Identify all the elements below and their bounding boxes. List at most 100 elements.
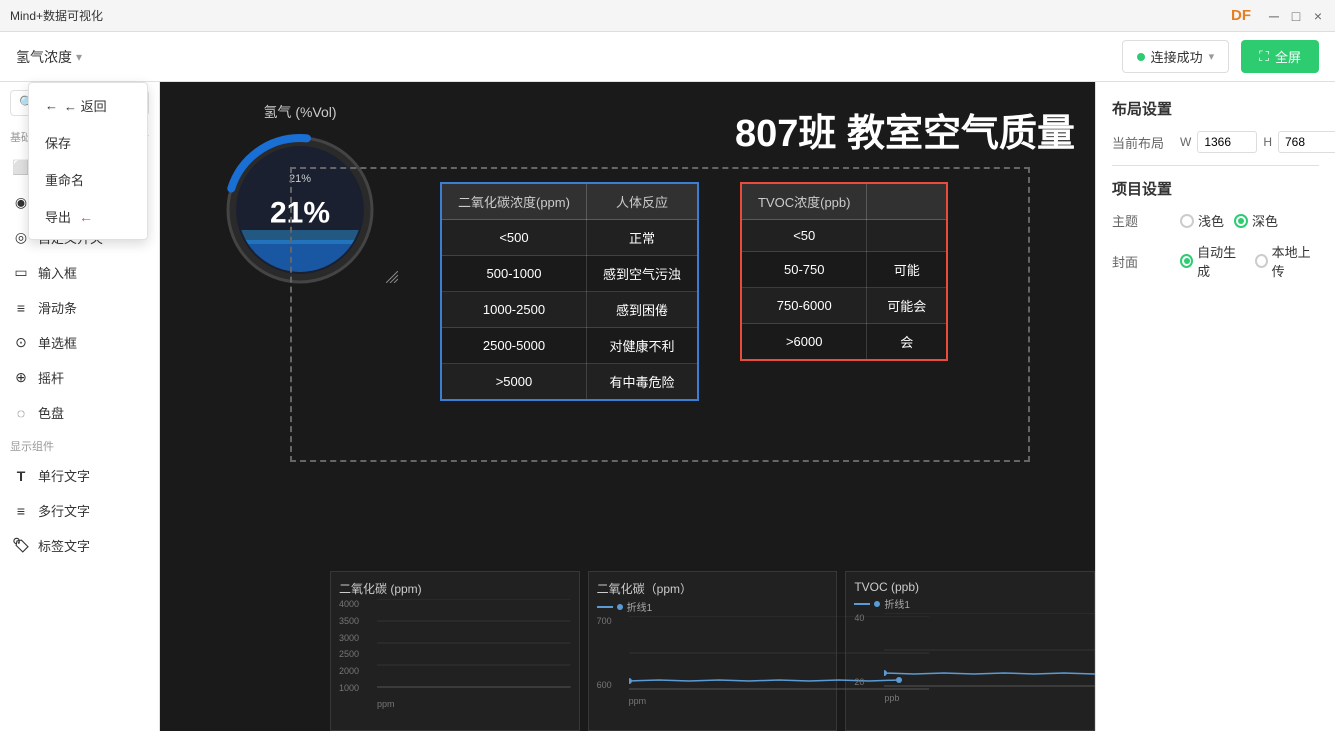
tvoc-reaction [867, 220, 947, 252]
resize-icon [386, 271, 398, 283]
sidebar-item-label: 输入框 [38, 263, 77, 282]
sidebar-item-single-text[interactable]: T 单行文字 [0, 458, 159, 493]
sidebar-item-input[interactable]: ▭ 输入框 [0, 255, 159, 290]
page-title-text: 氢气浓度 [16, 47, 72, 67]
chart3-title: TVOC (ppb) [854, 580, 1086, 594]
co2-data-table: 二氧化碳浓度(ppm) 人体反应 <500 正常 500-1000 感到空气污浊 [440, 182, 699, 401]
chart2-body: 700 600 ppm [597, 616, 829, 706]
chart3-legend-label: 折线1 [884, 596, 910, 611]
tvoc-table-widget[interactable]: TVOC浓度(ppb) <50 50-750 可能 [740, 182, 948, 361]
svg-text:21%: 21% [289, 173, 311, 185]
table-row: <50 [741, 220, 947, 252]
theme-dark-radio[interactable] [1234, 214, 1248, 228]
cover-local-option[interactable]: 本地上传 [1255, 242, 1320, 280]
sidebar-item-multi-text[interactable]: ≡ 多行文字 [0, 493, 159, 528]
multi-text-icon: ≡ [12, 502, 30, 520]
tvoc-data-table: TVOC浓度(ppb) <50 50-750 可能 [740, 182, 948, 361]
cover-row: 封面 自动生成 本地上传 [1112, 242, 1319, 280]
theme-row: 主题 浅色 深色 [1112, 211, 1319, 230]
cover-local-label: 本地上传 [1272, 242, 1319, 280]
close-button[interactable]: × [1311, 9, 1325, 23]
project-settings-title: 项目设置 [1112, 178, 1319, 199]
connect-button[interactable]: 连接成功 ▾ [1122, 40, 1230, 73]
table-row: <500 正常 [441, 220, 698, 256]
minimize-button[interactable]: ─ [1267, 9, 1281, 23]
fullscreen-label: 全屏 [1275, 47, 1301, 66]
sidebar-item-label: 单行文字 [38, 466, 90, 485]
chart1-body: 4000 3500 3000 2500 2000 1000 [339, 599, 571, 709]
co2-header-reaction: 人体反应 [586, 183, 698, 220]
charts-row: 二氧化碳 (ppm) 4000 3500 3000 2500 2000 1000 [330, 571, 1095, 731]
sidebar-item-slider[interactable]: ≡ 滑动条 [0, 290, 159, 325]
theme-light-radio[interactable] [1180, 214, 1194, 228]
chart-co2-line[interactable]: 二氧化碳（ppm） 折线1 700 600 [588, 571, 838, 731]
chart3-body: 40 20 ppb [854, 613, 1086, 703]
chart2-yaxis: 700 600 [597, 616, 627, 690]
chart1-title: 二氧化碳 (ppm) [339, 580, 571, 597]
sidebar-item-label: 滑动条 [38, 298, 77, 317]
width-input[interactable] [1197, 131, 1257, 153]
connect-status-dot [1137, 53, 1145, 61]
tvoc-value: <50 [741, 220, 867, 252]
chart-co2-bar[interactable]: 二氧化碳 (ppm) 4000 3500 3000 2500 2000 1000 [330, 571, 580, 731]
co2-value: <500 [441, 220, 586, 256]
cover-auto-option[interactable]: 自动生成 [1180, 242, 1245, 280]
chart2-legend: 折线1 [597, 599, 829, 614]
gauge-resize-handle[interactable] [386, 270, 398, 288]
sidebar-item-label: 摇杆 [38, 368, 64, 387]
chart1-yaxis: 4000 3500 3000 2500 2000 1000 [339, 599, 374, 693]
theme-label: 主题 [1112, 211, 1172, 230]
chart1-svg [377, 599, 571, 689]
theme-dark-label: 深色 [1252, 211, 1278, 230]
cover-local-radio[interactable] [1255, 254, 1268, 268]
co2-value: 1000-2500 [441, 292, 586, 328]
co2-table-widget[interactable]: 二氧化碳浓度(ppm) 人体反应 <500 正常 500-1000 感到空气污浊 [440, 182, 699, 401]
gauge-title: 氢气 (%Vol) [200, 102, 400, 122]
sidebar-item-colorpicker[interactable]: ◌ 色盘 [0, 395, 159, 430]
table-row: 50-750 可能 [741, 252, 947, 288]
layout-row: 当前布局 W H [1112, 131, 1319, 153]
panel-divider-1 [1112, 165, 1319, 166]
co2-reaction: 对健康不利 [586, 328, 698, 364]
tvoc-value: >6000 [741, 324, 867, 361]
colorpicker-icon: ◌ [12, 404, 30, 422]
tvoc-header-reaction [867, 183, 947, 220]
dashboard-title: 807班 教室空气质量 [735, 102, 1075, 157]
display-section-title: 显示组件 [0, 434, 159, 458]
table-row: >6000 会 [741, 324, 947, 361]
co2-reaction: 有中毒危险 [586, 364, 698, 401]
sidebar-item-joystick[interactable]: ⊕ 摇杆 [0, 360, 159, 395]
tvoc-reaction: 可能 [867, 252, 947, 288]
theme-light-label: 浅色 [1198, 211, 1224, 230]
theme-dark-option[interactable]: 深色 [1234, 211, 1278, 230]
joystick-icon: ⊕ [12, 369, 30, 387]
fullscreen-button[interactable]: ⛶ 全屏 [1241, 40, 1319, 73]
gauge-widget[interactable]: 氢气 (%Vol) [200, 102, 400, 290]
app-title: Mind+数据可视化 [10, 7, 1231, 24]
toolbar-right: 连接成功 ▾ ⛶ 全屏 [1122, 40, 1319, 73]
table-row: >5000 有中毒危险 [441, 364, 698, 401]
table-row: 1000-2500 感到困倦 [441, 292, 698, 328]
co2-reaction: 感到困倦 [586, 292, 698, 328]
sidebar-item-tag-text[interactable]: 🏷 标签文字 [0, 528, 159, 563]
chart2-unit: ppm [629, 696, 647, 706]
chart-tvoc-line[interactable]: TVOC (ppb) 折线1 40 20 [845, 571, 1095, 731]
sidebar-item-radio[interactable]: ⊙ 单选框 [0, 325, 159, 360]
gauge-value-display: 21% [270, 196, 330, 230]
titlebar: Mind+数据可视化 DF ─ □ × [0, 0, 1335, 32]
cover-auto-radio[interactable] [1180, 254, 1193, 268]
height-input[interactable] [1278, 131, 1335, 153]
maximize-button[interactable]: □ [1289, 9, 1303, 23]
page-title-dropdown[interactable]: 氢气浓度 ▾ [16, 47, 82, 67]
sidebar-item-label: 多行文字 [38, 501, 90, 520]
tvoc-value: 50-750 [741, 252, 867, 288]
tvoc-value: 750-6000 [741, 288, 867, 324]
chart3-unit: ppb [884, 693, 899, 703]
cover-auto-label: 自动生成 [1197, 242, 1244, 280]
window-controls: DF ─ □ × [1231, 7, 1325, 24]
chart3-legend: 折线1 [854, 596, 1086, 611]
canvas-area[interactable]: 807班 教室空气质量 氢气 (%Vol) [160, 82, 1095, 731]
theme-light-option[interactable]: 浅色 [1180, 211, 1224, 230]
theme-radio-group: 浅色 深色 [1180, 211, 1278, 230]
height-label: H [1263, 135, 1272, 149]
